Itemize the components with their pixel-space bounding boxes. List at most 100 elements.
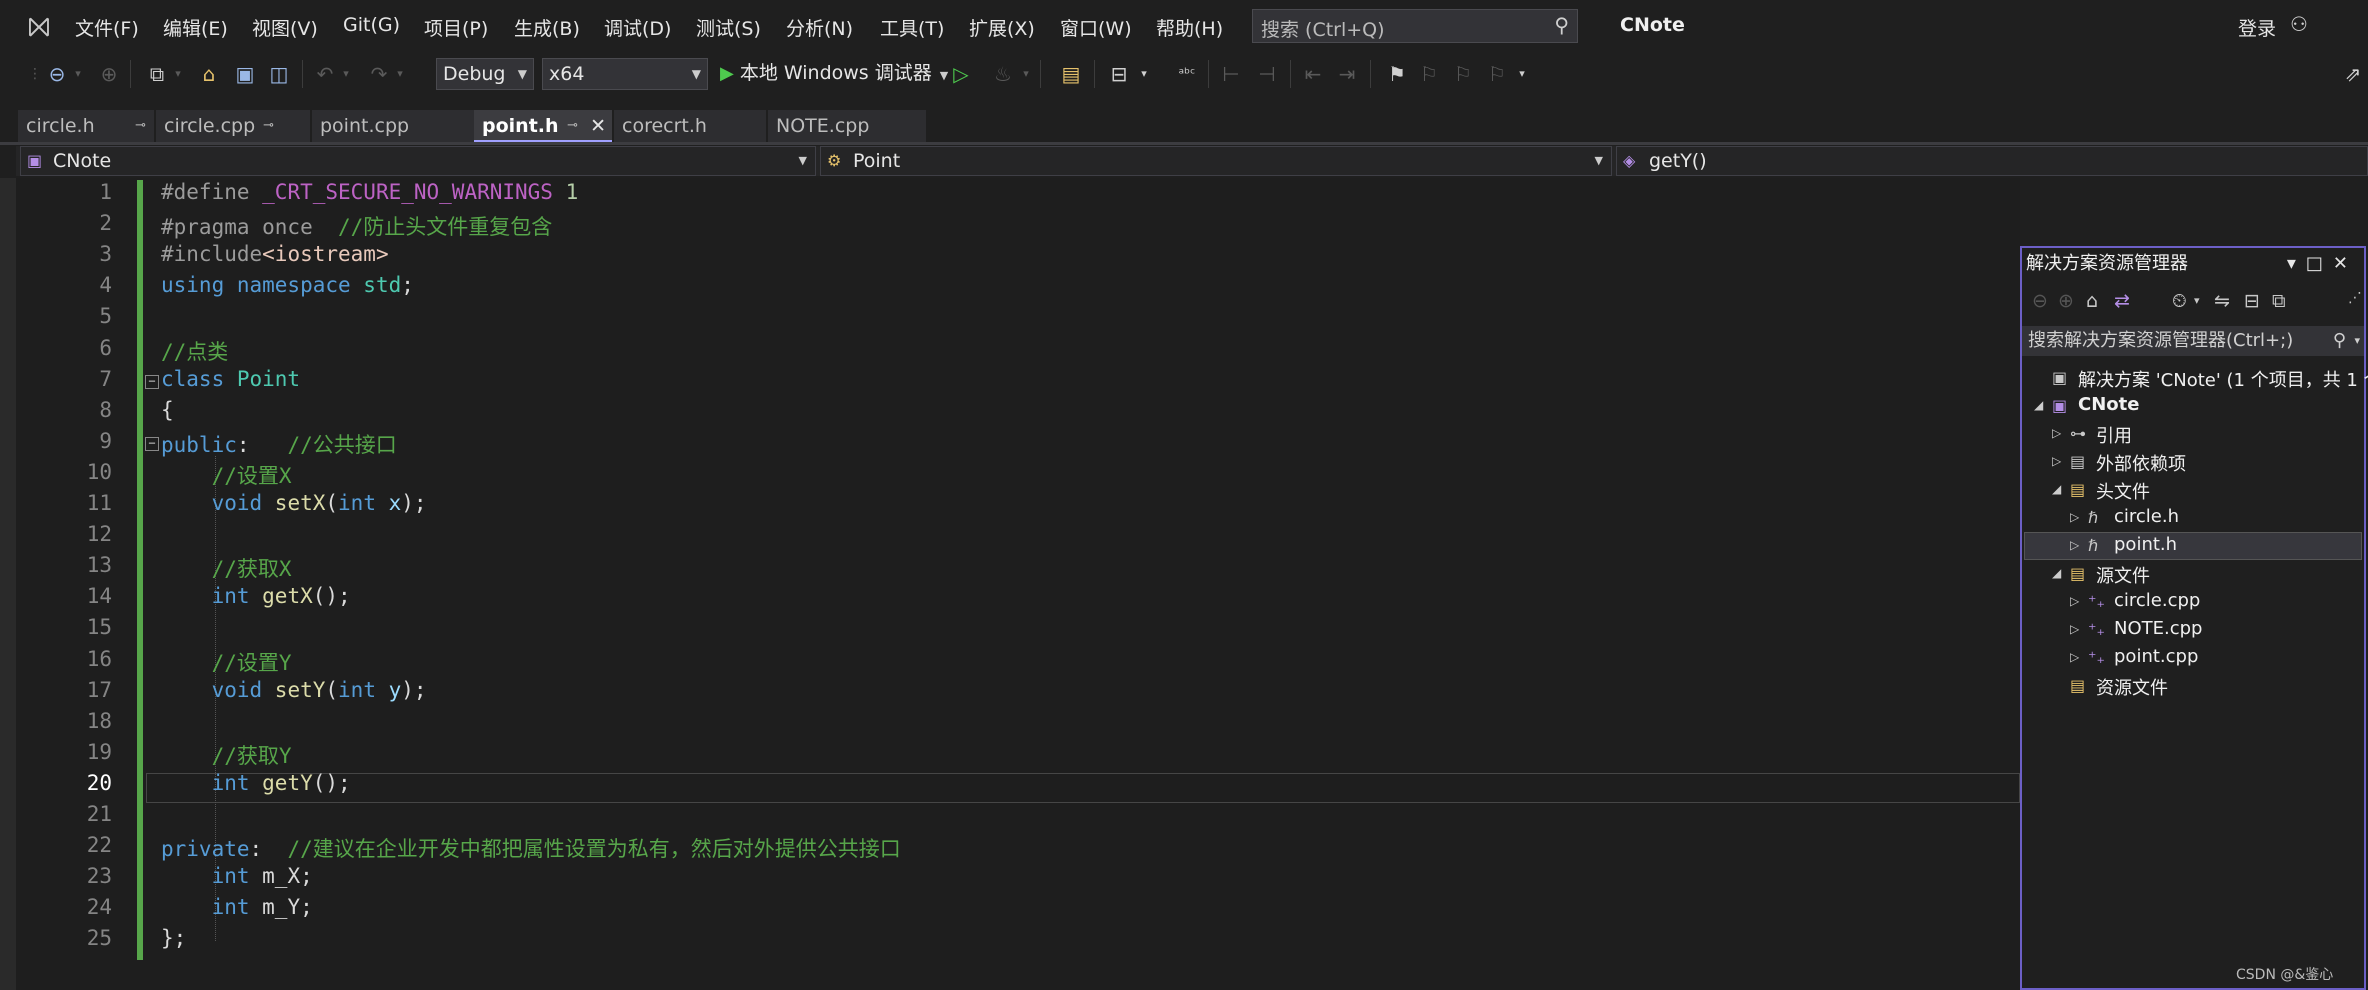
solution-platform-select[interactable]: x64 ▼: [542, 58, 708, 90]
code-line[interactable]: void setX(int x);: [161, 491, 427, 515]
tree-item-[interactable]: ◢ ▤ 源文件: [2022, 560, 2364, 588]
collapsed-arrow-icon[interactable]: ▷: [2070, 622, 2079, 636]
tab-point-h[interactable]: point.h ⊸ ✕: [474, 110, 612, 142]
undo-dropdown-icon[interactable]: ▾: [340, 60, 352, 88]
debug-target-dropdown-icon[interactable]: ▼: [940, 69, 948, 82]
close-icon[interactable]: ✕: [590, 110, 606, 142]
code-line[interactable]: class Point: [161, 367, 300, 391]
collapse-all-icon[interactable]: ⊟: [2244, 290, 2260, 312]
menu-tools[interactable]: 工具(T): [880, 14, 944, 41]
start-without-debugging-icon[interactable]: ▷: [948, 60, 974, 88]
class-scope-select[interactable]: ⚙ Point ▼: [820, 146, 1612, 176]
collapsed-arrow-icon[interactable]: ▷: [2052, 454, 2061, 468]
code-line[interactable]: //设置X: [161, 460, 292, 490]
member-scope-select[interactable]: ◈ getY(): [1616, 146, 2368, 176]
tree-item-[interactable]: ◢ ▤ 头文件: [2022, 476, 2364, 504]
panel-menu-icon[interactable]: ▾: [2287, 253, 2306, 274]
forward-icon[interactable]: ⊕: [2058, 290, 2074, 312]
menu-test[interactable]: 测试(S): [696, 14, 761, 41]
tree-item-[interactable]: ▷ ▤ 外部依赖项: [2022, 448, 2364, 476]
code-line[interactable]: //设置Y: [161, 647, 292, 677]
redo-icon[interactable]: ↷: [366, 60, 392, 88]
navigate-back-icon[interactable]: ⊖: [44, 60, 70, 88]
menu-extensions[interactable]: 扩展(X): [969, 14, 1035, 41]
pending-changes-filter-icon[interactable]: ⏲: [2172, 290, 2187, 312]
redo-dropdown-icon[interactable]: ▾: [394, 60, 406, 88]
collapsed-arrow-icon[interactable]: ▷: [2052, 426, 2061, 440]
tree-item-circle-cpp[interactable]: ▷ ⁺₊ circle.cpp: [2022, 588, 2364, 616]
code-line[interactable]: //获取X: [161, 553, 292, 583]
next-bookmark-icon[interactable]: ⚐: [1450, 60, 1476, 88]
tree-item-point-h[interactable]: ▷ ℏ point.h: [2022, 532, 2364, 560]
save-icon[interactable]: ▣: [232, 60, 258, 88]
tree-item-note-cpp[interactable]: ▷ ⁺₊ NOTE.cpp: [2022, 616, 2364, 644]
uncomment-icon[interactable]: ⊣: [1254, 60, 1280, 88]
tree-item-cnote[interactable]: ◢ ▣ CNote: [2022, 392, 2364, 420]
toolbar-overflow-icon[interactable]: ▾: [1516, 60, 1528, 88]
code-line[interactable]: using namespace std;: [161, 273, 414, 297]
pin-icon[interactable]: ⊸: [567, 110, 578, 142]
expanded-arrow-icon[interactable]: ◢: [2052, 566, 2061, 580]
navigate-forward-icon[interactable]: ⊕: [96, 60, 122, 88]
menu-project[interactable]: 项目(P): [424, 14, 488, 41]
code-line[interactable]: {: [161, 398, 174, 422]
maximize-icon[interactable]: □: [2306, 253, 2333, 274]
switch-views-icon[interactable]: ⇄: [2114, 290, 2130, 312]
tree-item-[interactable]: ▷ ⊶ 引用: [2022, 420, 2364, 448]
search-options-dropdown-icon[interactable]: ▾: [2354, 326, 2360, 356]
new-item-dropdown-icon[interactable]: ▾: [172, 60, 184, 88]
code-line[interactable]: int getX();: [161, 584, 351, 608]
visual-studio-logo-icon[interactable]: ⨝: [22, 10, 56, 44]
fold-collapse-icon[interactable]: −: [145, 375, 159, 389]
tab-point-cpp[interactable]: point.cpp: [312, 110, 474, 142]
bookmark-icon[interactable]: ⚑: [1384, 60, 1410, 88]
code-line[interactable]: void setY(int y);: [161, 678, 427, 702]
hot-reload-dropdown-icon[interactable]: ▾: [1020, 60, 1032, 88]
code-line[interactable]: };: [161, 926, 186, 950]
solution-configuration-select[interactable]: Debug ▼: [436, 58, 534, 90]
previous-bookmark-icon[interactable]: ⚐: [1416, 60, 1442, 88]
save-all-icon[interactable]: ◫: [266, 60, 292, 88]
code-line[interactable]: int m_Y;: [161, 895, 313, 919]
back-dropdown-icon[interactable]: ▾: [72, 60, 84, 88]
tree-item-circle-h[interactable]: ▷ ℏ circle.h: [2022, 504, 2364, 532]
tab-circle-cpp[interactable]: circle.cpp ⊸: [156, 110, 310, 142]
menu-view[interactable]: 视图(V): [252, 14, 318, 41]
toolbar-overflow-icon[interactable]: ⋰: [2348, 290, 2362, 306]
spell-check-icon[interactable]: ᵃᵇᶜ: [1174, 60, 1200, 88]
decrease-indent-icon[interactable]: ⇤: [1300, 60, 1326, 88]
global-search-box[interactable]: 搜索 (Ctrl+Q) ⚲: [1252, 9, 1578, 43]
undo-icon[interactable]: ↶: [312, 60, 338, 88]
code-line[interactable]: public: //公共接口: [161, 429, 397, 459]
menu-edit[interactable]: 编辑(E): [163, 14, 228, 41]
clear-bookmarks-icon[interactable]: ⚐: [1484, 60, 1510, 88]
menu-help[interactable]: 帮助(H): [1156, 14, 1223, 41]
pin-icon[interactable]: ⊸: [263, 110, 274, 142]
filter-dropdown-icon[interactable]: ▾: [2194, 294, 2200, 307]
toolbar-grip-icon[interactable]: ⋮: [28, 60, 42, 88]
code-line[interactable]: //点类: [161, 336, 228, 366]
tab-corecrt-h[interactable]: corecrt.h: [614, 110, 766, 142]
code-line[interactable]: int getY();: [161, 771, 351, 795]
layout-dropdown-icon[interactable]: ▾: [1138, 60, 1150, 88]
collapsed-arrow-icon[interactable]: ▷: [2070, 650, 2079, 664]
live-share-icon[interactable]: ⇗: [2340, 60, 2366, 88]
start-debugging-button[interactable]: ▶ 本地 Windows 调试器 ▼: [720, 58, 948, 85]
new-project-icon[interactable]: ⧉: [144, 60, 170, 88]
menu-window[interactable]: 窗口(W): [1060, 14, 1132, 41]
account-icon[interactable]: ⚇: [2290, 12, 2308, 36]
login-link[interactable]: 登录: [2238, 14, 2276, 41]
layout-icon[interactable]: ⊟: [1106, 60, 1132, 88]
close-icon[interactable]: ✕: [2333, 253, 2358, 274]
show-all-files-icon[interactable]: ⧉: [2272, 290, 2286, 312]
expanded-arrow-icon[interactable]: ◢: [2052, 482, 2061, 496]
back-icon[interactable]: ⊖: [2032, 290, 2048, 312]
pin-icon[interactable]: ⊸: [135, 110, 146, 142]
tree-item-cnote-1-1[interactable]: ▣ 解决方案 'CNote' (1 个项目，共 1 个: [2022, 364, 2368, 392]
code-line[interactable]: #define _CRT_SECURE_NO_WARNINGS 1: [161, 180, 578, 204]
comment-out-icon[interactable]: ⊢: [1218, 60, 1244, 88]
solution-explorer-search[interactable]: 搜索解决方案资源管理器(Ctrl+;) ⚲ ▾: [2022, 326, 2364, 356]
collapsed-arrow-icon[interactable]: ▷: [2070, 510, 2079, 524]
code-line[interactable]: #include<iostream>: [161, 242, 389, 266]
menu-analyze[interactable]: 分析(N): [786, 14, 853, 41]
